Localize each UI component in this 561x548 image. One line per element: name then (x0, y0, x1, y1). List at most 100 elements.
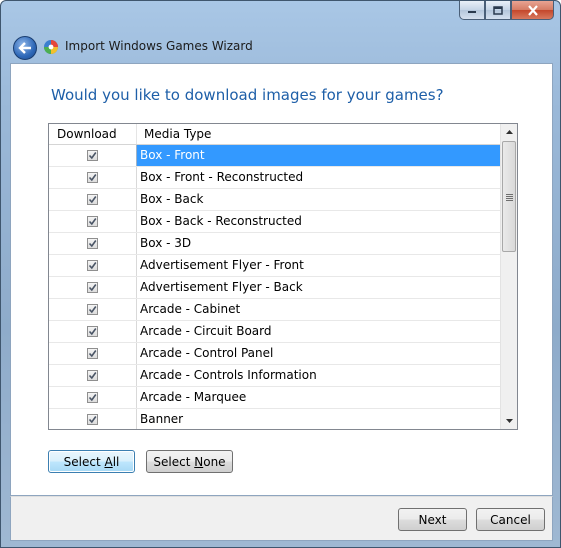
checkmark-icon (88, 196, 97, 204)
download-checkbox[interactable] (87, 260, 98, 271)
table-row[interactable]: Box - Back - Reconstructed (49, 211, 501, 233)
thumb-grip-line (506, 194, 513, 195)
maximize-button[interactable] (485, 1, 511, 20)
table-row[interactable]: Arcade - Control Panel (49, 343, 501, 365)
wizard-window: Import Windows Games Wizard Would you li… (0, 0, 561, 548)
download-checkbox[interactable] (87, 216, 98, 227)
select-none-button[interactable]: Select None (146, 450, 233, 473)
checkmark-icon (88, 174, 97, 182)
download-cell (49, 321, 137, 342)
column-header-media-type[interactable]: Media Type (137, 124, 501, 144)
scroll-down-button[interactable] (501, 413, 517, 429)
table-row[interactable]: Arcade - Marquee (49, 387, 501, 409)
download-checkbox[interactable] (87, 348, 98, 359)
checkmark-icon (88, 372, 97, 380)
checkmark-icon (88, 152, 97, 160)
checkmark-icon (88, 394, 97, 402)
checkmark-icon (88, 306, 97, 314)
table-row[interactable]: Arcade - Controls Information (49, 365, 501, 387)
media-type-cell: Advertisement Flyer - Front (140, 258, 304, 272)
download-cell (49, 211, 137, 232)
scroll-down-arrow-icon (505, 419, 513, 423)
close-icon (527, 4, 538, 16)
thumb-grip-line (506, 198, 513, 199)
checkmark-icon (88, 240, 97, 248)
media-type-cell: Banner (140, 412, 184, 426)
media-type-cell: Arcade - Controls Information (140, 368, 317, 382)
table-row[interactable]: Advertisement Flyer - Front (49, 255, 501, 277)
media-type-cell: Box - Back (140, 192, 204, 206)
download-checkbox[interactable] (87, 304, 98, 315)
table-row[interactable]: Arcade - Circuit Board (49, 321, 501, 343)
table-row[interactable]: Advertisement Flyer - Back (49, 277, 501, 299)
download-cell (49, 387, 137, 408)
download-cell (49, 343, 137, 364)
scroll-up-arrow-icon (505, 130, 513, 134)
checkmark-icon (88, 218, 97, 226)
select-all-button[interactable]: Select All (48, 450, 135, 473)
download-checkbox[interactable] (87, 150, 98, 161)
download-cell (49, 255, 137, 276)
maximize-icon (493, 5, 503, 15)
wizard-footer: Next Cancel (10, 496, 553, 541)
download-checkbox[interactable] (87, 282, 98, 293)
table-row[interactable]: Box - 3D (49, 233, 501, 255)
vertical-scrollbar[interactable] (500, 124, 517, 429)
column-header-download[interactable]: Download (49, 124, 137, 144)
download-cell (49, 365, 137, 386)
media-type-cell: Arcade - Control Panel (140, 346, 274, 360)
select-none-label: Select None (153, 454, 226, 469)
select-all-label: Select All (63, 454, 120, 469)
download-checkbox[interactable] (87, 172, 98, 183)
scroll-up-button[interactable] (501, 124, 517, 140)
checkmark-icon (88, 262, 97, 270)
download-checkbox[interactable] (87, 238, 98, 249)
download-checkbox[interactable] (87, 370, 98, 381)
next-button[interactable]: Next (398, 508, 467, 531)
media-type-grid: Download Media Type Box - Front Box - Fro… (48, 123, 518, 430)
table-row[interactable]: Box - Front (49, 145, 501, 167)
scrollbar-thumb[interactable] (502, 141, 516, 252)
media-type-cell: Box - Front (137, 145, 501, 166)
download-checkbox[interactable] (87, 326, 98, 337)
cancel-button[interactable]: Cancel (476, 508, 545, 531)
back-arrow-icon (18, 42, 31, 54)
minimize-icon (468, 11, 476, 13)
table-row[interactable]: Arcade - Cabinet (49, 299, 501, 321)
thumb-grip-line (506, 196, 513, 197)
download-cell (49, 189, 137, 210)
close-button[interactable] (511, 1, 554, 20)
title-bar: Import Windows Games Wizard (1, 1, 560, 63)
wizard-app-icon (44, 40, 58, 54)
download-cell (49, 299, 137, 320)
table-row[interactable]: Banner (49, 409, 501, 429)
checkmark-icon (88, 416, 97, 424)
back-button[interactable] (13, 36, 37, 60)
media-type-cell: Arcade - Circuit Board (140, 324, 272, 338)
grid-rows: Box - Front Box - Front - Reconstructed Bo… (49, 145, 501, 429)
download-checkbox[interactable] (87, 414, 98, 425)
table-row[interactable]: Box - Back (49, 189, 501, 211)
page-heading: Would you like to download images for yo… (51, 86, 444, 104)
download-checkbox[interactable] (87, 392, 98, 403)
media-type-cell: Arcade - Marquee (140, 390, 247, 404)
download-checkbox[interactable] (87, 194, 98, 205)
download-cell (49, 409, 137, 429)
caption-buttons (459, 1, 554, 20)
download-cell (49, 145, 137, 166)
checkmark-icon (88, 350, 97, 358)
minimize-button[interactable] (459, 1, 485, 20)
media-type-cell: Box - 3D (140, 236, 192, 250)
checkmark-icon (88, 328, 97, 336)
media-type-cell: Box - Back - Reconstructed (140, 214, 302, 228)
checkmark-icon (88, 284, 97, 292)
media-type-cell: Box - Front - Reconstructed (140, 170, 304, 184)
thumb-grip-line (506, 200, 513, 201)
grid-header: Download Media Type (49, 124, 501, 145)
wizard-content: Would you like to download images for yo… (10, 63, 553, 496)
table-row[interactable]: Box - Front - Reconstructed (49, 167, 501, 189)
media-type-cell: Advertisement Flyer - Back (140, 280, 303, 294)
download-cell (49, 167, 137, 188)
media-type-cell: Arcade - Cabinet (140, 302, 241, 316)
window-title: Import Windows Games Wizard (65, 39, 253, 53)
